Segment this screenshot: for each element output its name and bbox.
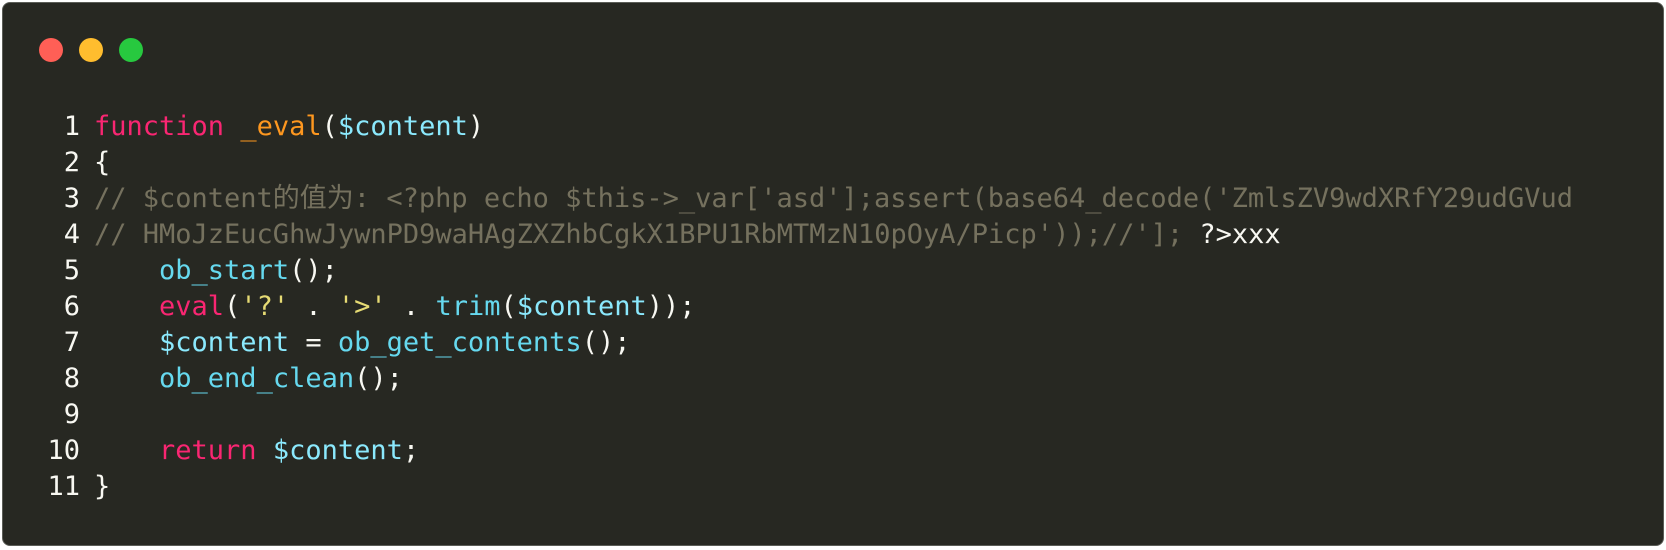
code-token: =: [289, 327, 338, 358]
line-source: // $content的值为: <?php echo $this->_var['…: [80, 181, 1663, 217]
close-button[interactable]: [39, 38, 63, 62]
line-source: ob_start();: [80, 253, 1663, 289]
code-token: '?': [240, 291, 290, 322]
line-source: // HMoJzEucGhwJywnPD9waHAgZXZhbCgkX1BPU1…: [80, 217, 1663, 253]
code-line: 6 eval('?' . '>' . trim($content));: [3, 289, 1663, 325]
line-number: 6: [63, 291, 80, 322]
zoom-button[interactable]: [119, 38, 143, 62]
code-token: return: [159, 435, 257, 466]
line-source: $content = ob_get_contents();: [80, 325, 1663, 361]
code-token: $content: [516, 291, 647, 322]
code-line: 2{: [3, 145, 1663, 181]
code-token: .: [386, 291, 436, 322]
code-line: 5 ob_start();: [3, 253, 1663, 289]
line-source: return $content;: [80, 433, 1663, 469]
code-token: ();: [581, 327, 631, 358]
line-number: 5: [63, 255, 80, 286]
code-token: ob_start: [159, 255, 290, 286]
line-number: 8: [63, 363, 80, 394]
line-source: {: [80, 145, 1663, 181]
code-token: ;: [402, 435, 420, 466]
line-number: 4: [63, 219, 80, 250]
code-window: 1 function _eval($content) 2{3// $content的…: [2, 2, 1664, 546]
line-source: ob_end_clean();: [80, 361, 1663, 397]
line-source: eval('?' . '>' . trim($content));: [80, 289, 1663, 325]
code-line: 4 // HMoJzEucGhwJywnPD9waHAgZXZhbCgkX1BPU…: [3, 217, 1663, 253]
code-line: 8 ob_end_clean();: [3, 361, 1663, 397]
line-number: 11: [47, 471, 80, 502]
code-token: (: [224, 291, 241, 322]
code-token: $content: [337, 111, 468, 142]
code-token: ?>xxx: [1199, 219, 1281, 250]
line-source: }: [80, 469, 1663, 505]
line-number: 7: [63, 327, 80, 358]
code-line: 7 $content = ob_get_contents();: [3, 325, 1663, 361]
code-token: }: [94, 471, 111, 502]
minimize-button[interactable]: [79, 38, 103, 62]
code-line: 11}: [3, 469, 1663, 505]
line-number: 9: [63, 399, 80, 430]
code-token: ();: [289, 255, 338, 286]
window-controls: [39, 38, 143, 62]
code-line: 10 return $content;: [3, 433, 1663, 469]
code-line: 1 function _eval($content): [3, 109, 1663, 145]
line-number: 1: [63, 111, 80, 142]
code-token: // HMoJzEucGhwJywnPD9waHAgZXZhbCgkX1BPU1…: [94, 219, 1200, 250]
line-number: 10: [47, 435, 80, 466]
code-line: 9: [3, 397, 1663, 433]
code-token: ob_end_clean: [159, 363, 355, 394]
line-source: function _eval($content): [80, 109, 1663, 145]
code-token: eval: [159, 291, 225, 322]
line-number: 2: [63, 147, 80, 178]
code-token: ): [467, 111, 485, 142]
code-token: ();: [354, 363, 403, 394]
line-source: [80, 397, 1663, 433]
line-number: 3: [63, 183, 80, 214]
code-token: $content: [272, 435, 403, 466]
code-token: '>': [337, 291, 387, 322]
code-token: // $content的值为: <?php echo $this->_var['…: [94, 183, 1573, 214]
code-token: _eval: [240, 111, 322, 142]
code-token: trim: [435, 291, 501, 322]
code-token: ob_get_contents: [337, 327, 582, 358]
code-token: {: [94, 147, 111, 178]
code-token: (: [321, 111, 338, 142]
code-token: (: [500, 291, 517, 322]
code-line: 3 // $content的值为: <?php echo $this->_var[…: [3, 181, 1663, 217]
code-block: 1 function _eval($content) 2{3// $content的…: [3, 109, 1663, 505]
code-token: function: [94, 111, 225, 142]
code-token: ));: [646, 291, 696, 322]
code-token: $content: [159, 327, 290, 358]
code-token: .: [289, 291, 338, 322]
